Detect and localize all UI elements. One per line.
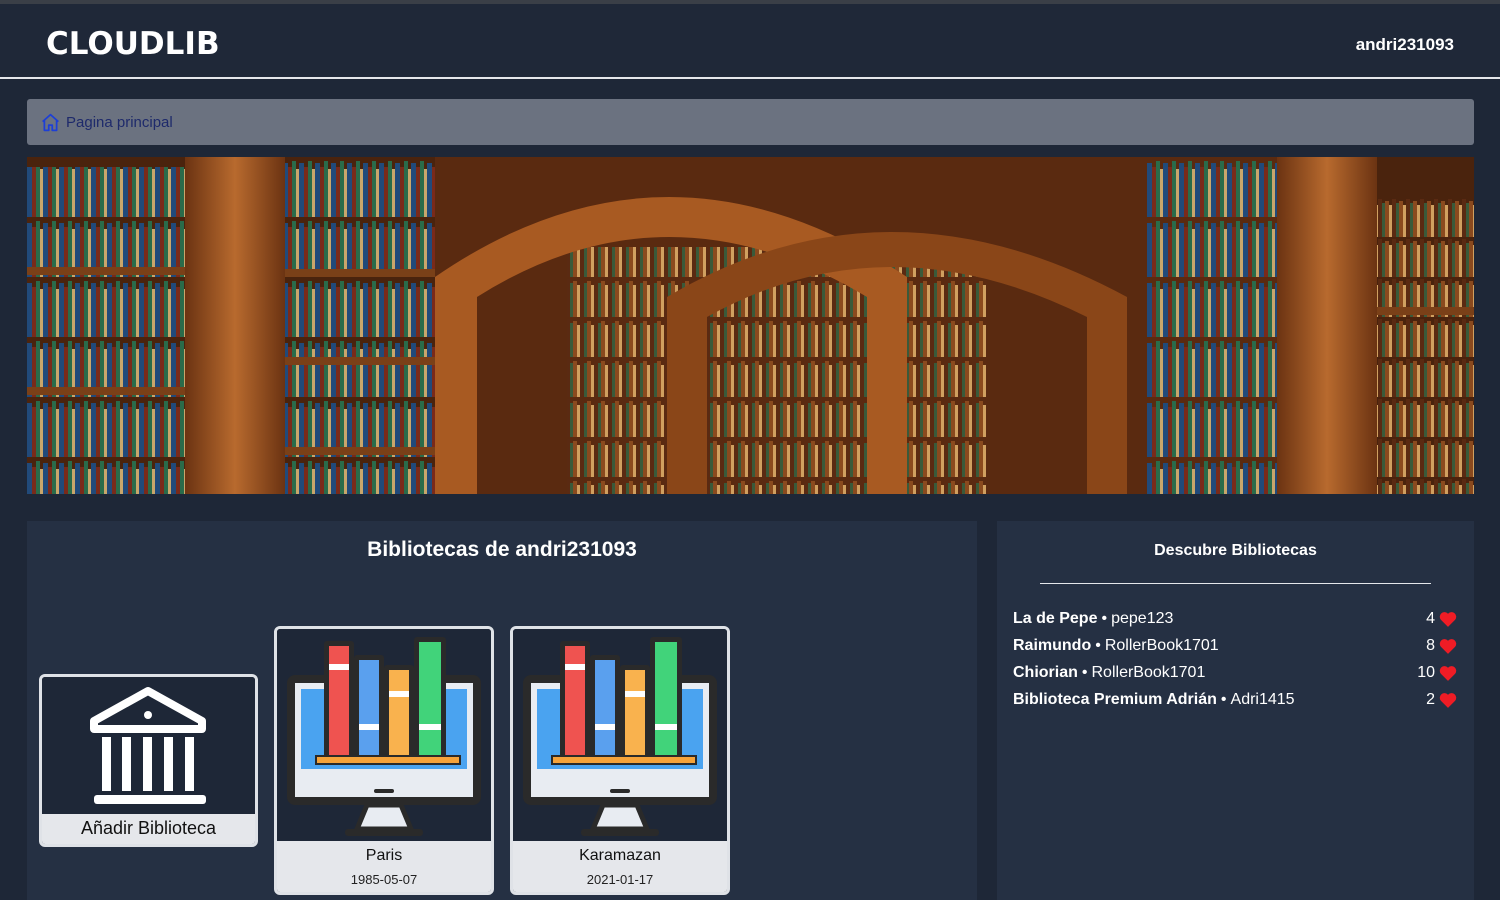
- separator-dot: •: [1101, 609, 1108, 627]
- home-icon[interactable]: [40, 112, 61, 133]
- heart-icon[interactable]: [1439, 638, 1457, 654]
- discover-library-owner[interactable]: RollerBook1701: [1105, 637, 1219, 655]
- discover-list: La de Pepe • pepe123 4 Raimundo • Roller…: [1013, 605, 1457, 713]
- bank-icon: [90, 687, 206, 804]
- navbar-divider: [0, 77, 1500, 79]
- discover-library-name[interactable]: Chiorian: [1013, 664, 1078, 682]
- library-card-footer: Karamazan 2021-01-17: [513, 841, 727, 892]
- library-name: Paris: [365, 847, 403, 864]
- discover-library-name[interactable]: Raimundo: [1013, 637, 1091, 655]
- library-card-paris[interactable]: Paris 1985-05-07: [274, 626, 494, 895]
- discover-panel: Descubre Bibliotecas La de Pepe • pepe12…: [997, 521, 1474, 900]
- heart-icon[interactable]: [1439, 611, 1457, 627]
- breadcrumb-home-link[interactable]: Pagina principal: [66, 114, 173, 131]
- discover-item[interactable]: Raimundo • RollerBook1701 8: [1013, 632, 1457, 659]
- discover-item[interactable]: Chiorian • RollerBook1701 10: [1013, 659, 1457, 686]
- likes-count: 10: [1417, 663, 1435, 681]
- separator-dot: •: [1081, 663, 1088, 681]
- library-date: 1985-05-07: [350, 872, 418, 887]
- add-library-footer: Añadir Biblioteca: [42, 814, 255, 844]
- banner-image: [27, 157, 1474, 494]
- heart-icon[interactable]: [1439, 665, 1457, 681]
- discover-library-name[interactable]: Biblioteca Premium Adrián: [1013, 691, 1217, 709]
- library-name: Karamazan: [579, 847, 661, 864]
- add-library-card[interactable]: Añadir Biblioteca: [39, 674, 258, 847]
- app-logo[interactable]: CLOUDLIB: [46, 26, 220, 62]
- navbar: CLOUDLIB andri231093: [0, 4, 1500, 78]
- likes-count: 8: [1426, 636, 1435, 654]
- discover-library-owner[interactable]: Adri1415: [1231, 691, 1295, 709]
- library-card-footer: Paris 1985-05-07: [277, 841, 491, 892]
- discover-library-owner[interactable]: RollerBook1701: [1092, 664, 1206, 682]
- books-monitor-icon: [277, 629, 491, 841]
- my-libraries-panel: Bibliotecas de andri231093 Añadir Biblio…: [27, 521, 977, 900]
- discover-item[interactable]: Biblioteca Premium Adrián • Adri1415 2: [1013, 686, 1457, 713]
- my-libraries-title: Bibliotecas de andri231093: [367, 538, 637, 561]
- library-banner-illustration: [27, 157, 1474, 494]
- discover-item[interactable]: La de Pepe • pepe123 4: [1013, 605, 1457, 632]
- library-date: 2021-01-17: [586, 872, 654, 887]
- add-library-image: [42, 677, 255, 817]
- discover-title: Descubre Bibliotecas: [1154, 542, 1317, 559]
- discover-divider: [1040, 583, 1431, 584]
- separator-dot: •: [1095, 636, 1101, 654]
- separator-dot: •: [1220, 690, 1227, 708]
- user-menu[interactable]: andri231093: [1356, 35, 1454, 55]
- library-card-karamazan[interactable]: Karamazan 2021-01-17: [510, 626, 730, 895]
- likes-count: 4: [1426, 609, 1435, 627]
- discover-library-name[interactable]: La de Pepe: [1013, 610, 1097, 628]
- heart-icon[interactable]: [1439, 692, 1457, 708]
- add-library-label: Añadir Biblioteca: [80, 818, 217, 838]
- books-monitor-icon: [513, 629, 727, 841]
- likes-count: 2: [1426, 690, 1435, 708]
- discover-library-owner[interactable]: pepe123: [1111, 610, 1173, 628]
- breadcrumb: Pagina principal: [27, 99, 1474, 145]
